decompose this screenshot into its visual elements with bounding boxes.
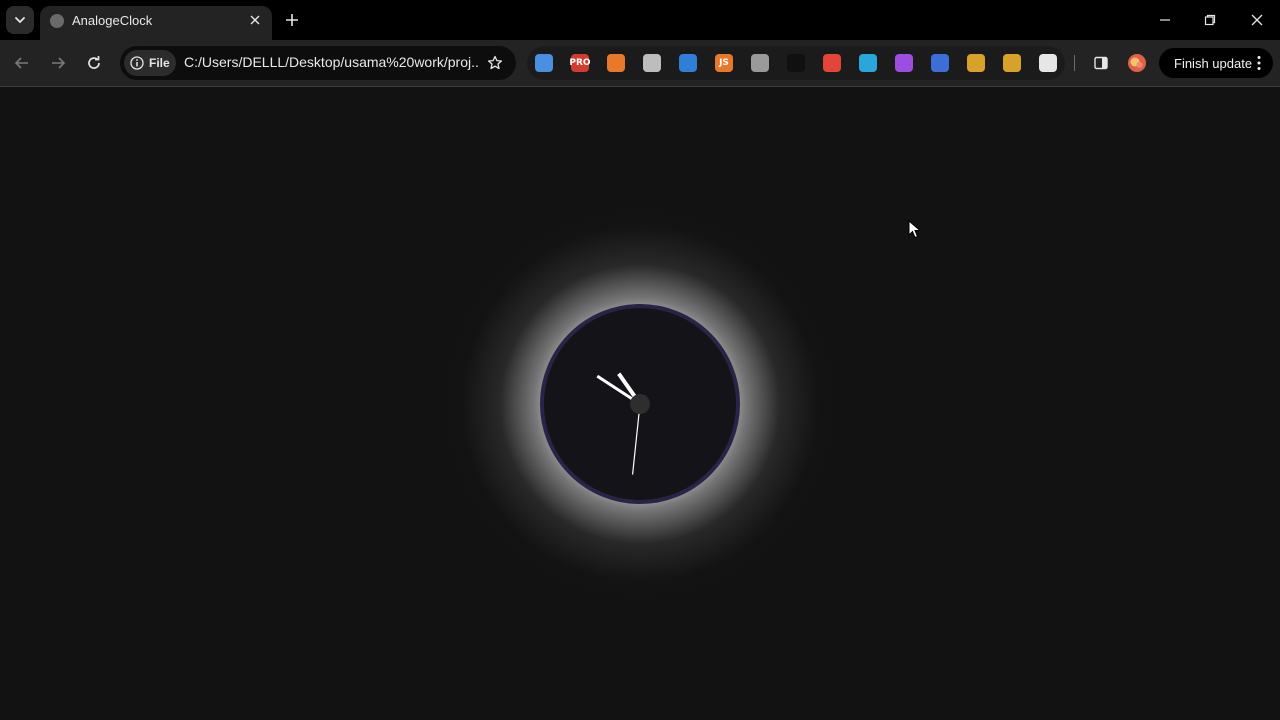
site-info-chip[interactable]: File — [124, 50, 176, 76]
clock-center — [630, 394, 650, 414]
ext-cloud-icon[interactable] — [643, 54, 661, 72]
ext-js-icon[interactable]: JS — [715, 54, 733, 72]
globe-icon — [50, 14, 64, 28]
extensions-puzzle-icon[interactable] — [1039, 54, 1057, 72]
restore-button[interactable] — [1190, 6, 1230, 34]
reload-button[interactable] — [80, 49, 108, 77]
finish-update-button[interactable]: Finish update — [1159, 48, 1273, 78]
ext-cube-icon[interactable] — [931, 54, 949, 72]
reload-icon — [88, 56, 100, 69]
analog-clock — [540, 304, 740, 504]
page-content — [0, 87, 1280, 720]
tab-title: AnalogeClock — [72, 13, 153, 28]
ext-shield-icon[interactable] — [859, 54, 877, 72]
extensions-area: PRO JS — [527, 46, 1065, 80]
ext-pro-icon[interactable]: PRO — [569, 54, 591, 72]
more-vert-icon — [1257, 56, 1261, 70]
ext-fullscreen-icon[interactable] — [751, 54, 769, 72]
close-window-button[interactable] — [1237, 6, 1277, 34]
new-tab-button[interactable] — [280, 8, 304, 32]
minimize-button[interactable] — [1145, 6, 1185, 34]
url-text[interactable]: C:/Users/DELLL/Desktop/usama%20work/proj… — [184, 54, 480, 70]
avatar-icon — [1128, 54, 1146, 72]
close-icon — [250, 15, 260, 25]
ext-blue-diamond-icon[interactable] — [679, 54, 697, 72]
star-icon — [487, 55, 503, 70]
tab-close-button[interactable] — [246, 11, 264, 29]
restore-icon — [1204, 14, 1216, 26]
tab-search-button[interactable] — [6, 6, 34, 34]
forward-button[interactable] — [44, 49, 72, 77]
browser-window: AnalogeClock File C:/Users/DELLL/Desktop… — [0, 0, 1280, 87]
side-panel-icon — [1094, 56, 1108, 70]
ext-download-icon[interactable] — [1003, 54, 1021, 72]
toolbar: File C:/Users/DELLL/Desktop/usama%20work… — [0, 40, 1280, 86]
back-button[interactable] — [8, 49, 36, 77]
ext-color-wheel-icon[interactable] — [895, 54, 913, 72]
tab-strip: AnalogeClock — [0, 0, 1280, 40]
minimize-icon — [1160, 19, 1170, 21]
ext-dark-square-icon[interactable] — [787, 54, 805, 72]
plus-icon — [286, 14, 298, 26]
bookmark-button[interactable] — [484, 52, 506, 74]
ext-map-icon[interactable] — [535, 54, 553, 72]
tab-active[interactable]: AnalogeClock — [40, 6, 272, 40]
arrow-right-icon — [52, 57, 66, 69]
mouse-pointer-icon — [908, 220, 922, 239]
profile-avatar[interactable] — [1123, 49, 1151, 77]
ext-wand-icon[interactable] — [967, 54, 985, 72]
chevron-down-icon — [15, 17, 25, 24]
arrow-left-icon — [14, 57, 28, 69]
address-bar[interactable]: File C:/Users/DELLL/Desktop/usama%20work… — [120, 46, 516, 80]
side-panel-button[interactable] — [1087, 49, 1115, 77]
toolbar-divider — [1074, 55, 1075, 71]
site-chip-label: File — [149, 56, 170, 70]
close-icon — [1251, 14, 1263, 26]
ext-orange-icon[interactable] — [607, 54, 625, 72]
ext-fire-icon[interactable] — [823, 54, 841, 72]
finish-update-label: Finish update — [1174, 55, 1253, 71]
info-icon — [130, 56, 144, 70]
